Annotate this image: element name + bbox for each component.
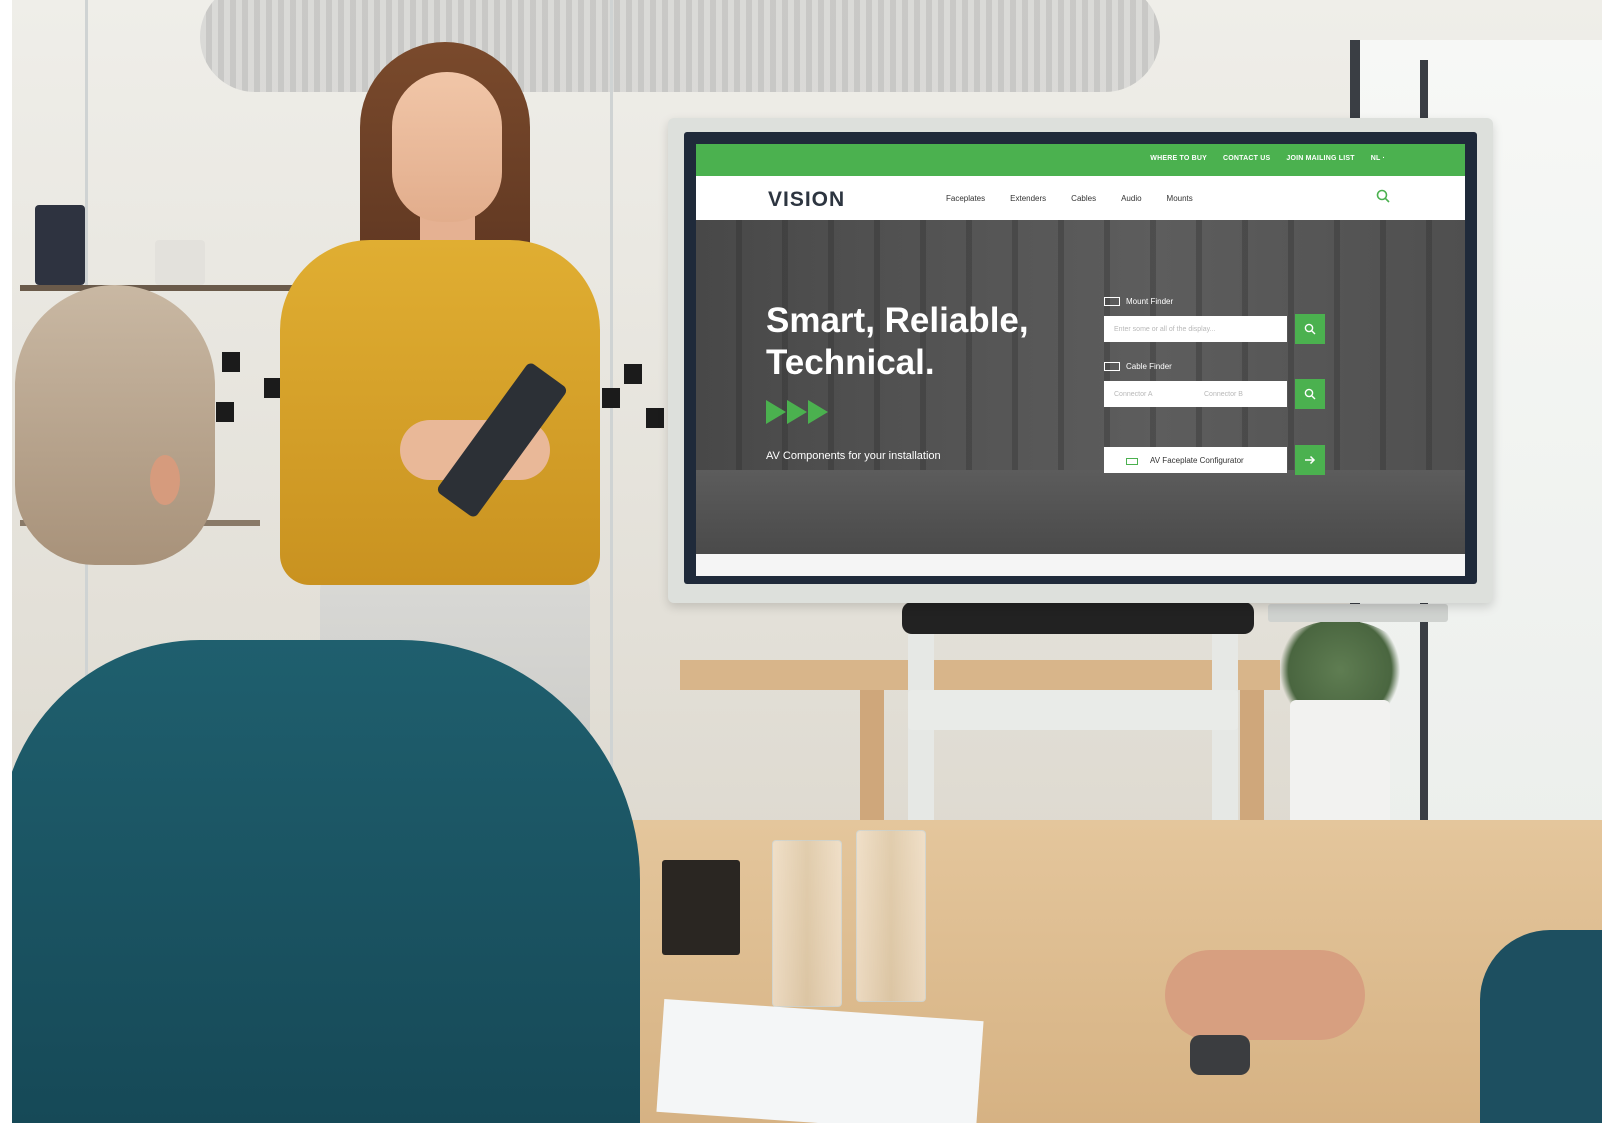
attendee-hand <box>1165 950 1365 1040</box>
drinking-glass <box>772 840 842 1007</box>
nav-item-extenders[interactable]: Extenders <box>1010 194 1046 203</box>
cable-finder-label: Cable Finder <box>1104 362 1172 372</box>
decal-square <box>216 402 234 422</box>
back-desk <box>680 660 1280 690</box>
decal-square <box>222 352 240 372</box>
website-topbar: WHERE TO BUY CONTACT US JOIN MAILING LIS… <box>696 144 1465 176</box>
presenter-face <box>392 72 502 222</box>
arrow-chevrons-icon <box>766 400 829 424</box>
mount-finder-search-button[interactable] <box>1295 314 1325 344</box>
hero-title: Smart, Reliable, Technical. <box>766 301 1029 382</box>
cable-finder-search-button[interactable] <box>1295 379 1325 409</box>
language-selector[interactable]: NL · <box>1371 155 1385 162</box>
shelf <box>20 285 310 291</box>
top-link-mailing-list[interactable]: JOIN MAILING LIST <box>1286 155 1354 162</box>
attendee-shirt <box>0 640 640 1123</box>
pen-holder <box>662 860 740 955</box>
cable-finder-inputs: Connector A Connector B <box>1104 381 1287 407</box>
drinking-glass <box>856 830 926 1002</box>
website-nav: VISION Faceplates Extenders Cables Audio… <box>696 176 1465 220</box>
arrow-right-icon <box>1305 455 1316 465</box>
cable-icon <box>1104 362 1120 372</box>
nav-item-cables[interactable]: Cables <box>1071 194 1096 203</box>
papers <box>656 998 984 1123</box>
image-edge <box>0 0 12 1123</box>
display-stand-shelf <box>908 690 1238 730</box>
plant-pot <box>155 240 205 285</box>
hero-banner: Smart, Reliable, Technical. AV Component… <box>696 220 1465 554</box>
configurator-go-button[interactable] <box>1295 445 1325 475</box>
faceplate-icon <box>1126 458 1138 465</box>
vision-logo[interactable]: VISION <box>768 188 845 212</box>
display-screen: WHERE TO BUY CONTACT US JOIN MAILING LIS… <box>696 144 1465 576</box>
top-link-contact-us[interactable]: CONTACT US <box>1223 155 1270 162</box>
soundbar <box>902 602 1254 634</box>
top-link-where-to-buy[interactable]: WHERE TO BUY <box>1150 155 1207 162</box>
attendee-sleeve <box>1480 930 1602 1123</box>
search-icon <box>1304 323 1316 335</box>
attendee-head <box>15 285 215 565</box>
mount-finder-label: Mount Finder <box>1104 297 1173 307</box>
decal-square <box>602 388 620 408</box>
speaker <box>35 205 85 285</box>
decal-square <box>646 408 664 428</box>
connector-a-field[interactable]: Connector A <box>1114 391 1153 398</box>
search-icon[interactable] <box>1376 189 1390 203</box>
attendee-ear <box>150 455 180 505</box>
display-module <box>1268 604 1448 622</box>
nav-menu: Faceplates Extenders Cables Audio Mounts <box>946 194 1193 203</box>
mount-icon <box>1104 297 1120 307</box>
mount-finder-input[interactable]: Enter some or all of the display... <box>1104 316 1287 342</box>
hero-floor <box>696 470 1465 554</box>
nav-item-mounts[interactable]: Mounts <box>1167 194 1193 203</box>
nav-item-faceplates[interactable]: Faceplates <box>946 194 985 203</box>
search-icon <box>1304 388 1316 400</box>
nav-item-audio[interactable]: Audio <box>1121 194 1141 203</box>
decal-square <box>624 364 642 384</box>
website-footer-strip <box>696 554 1465 576</box>
connector-b-field[interactable]: Connector B <box>1204 391 1243 398</box>
presenter-sweater <box>280 240 600 585</box>
top-links: WHERE TO BUY CONTACT US JOIN MAILING LIS… <box>1150 155 1385 162</box>
photo-scene: WHERE TO BUY CONTACT US JOIN MAILING LIS… <box>0 0 1602 1123</box>
wristwatch <box>1190 1035 1250 1075</box>
hero-subtitle: AV Components for your installation <box>766 450 941 462</box>
faceplate-configurator-field[interactable]: AV Faceplate Configurator <box>1104 447 1287 473</box>
ceiling-duct <box>200 0 1160 92</box>
